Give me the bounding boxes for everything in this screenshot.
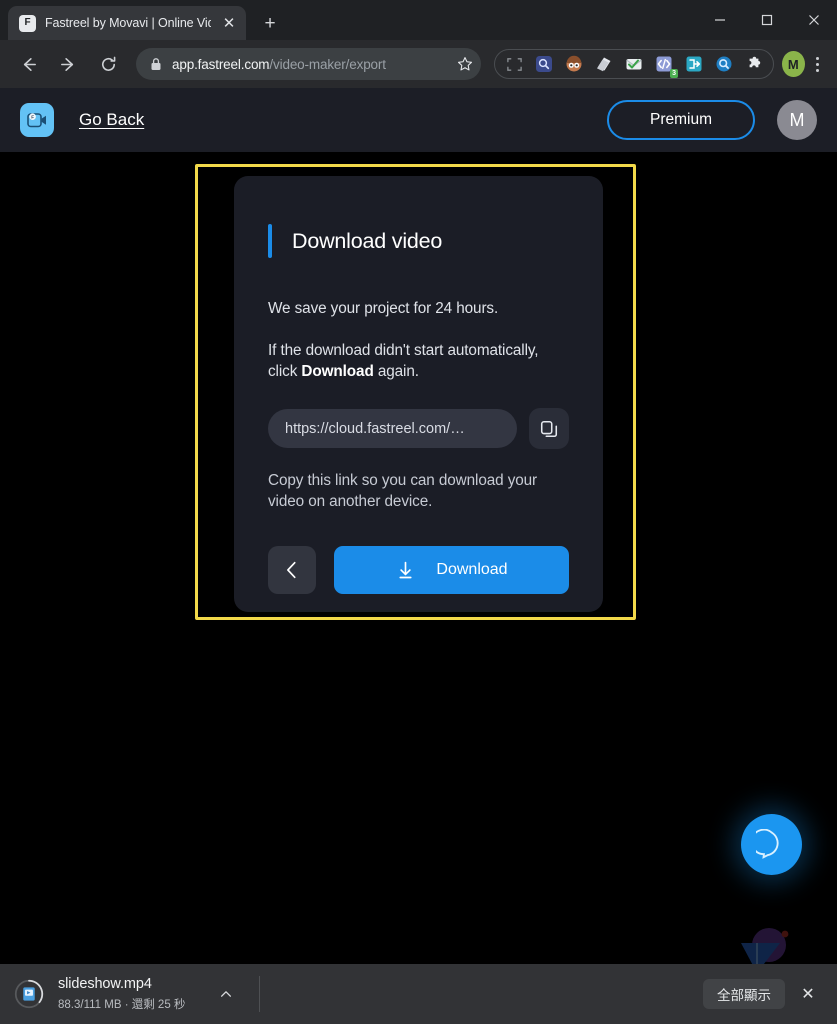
- forward-arrow-icon[interactable]: [51, 47, 85, 81]
- lock-icon: [150, 57, 162, 71]
- instruction-suffix: again.: [373, 363, 419, 380]
- papers-extension-icon[interactable]: [589, 51, 619, 77]
- chevron-left-icon: [287, 561, 296, 579]
- app-header-right: Premium M: [607, 100, 817, 140]
- download-bar-close-icon[interactable]: ✕: [793, 979, 823, 1009]
- tab-favicon-letter: F: [24, 17, 31, 28]
- puzzle-extensions-icon[interactable]: [739, 51, 769, 77]
- share-link-row: https://cloud.fastreel.com/…: [268, 408, 569, 449]
- download-progress-text: 88.3/111 MB · 還剩 25 秒: [58, 999, 186, 1011]
- search-magnifier-extension-icon[interactable]: [529, 51, 559, 77]
- download-button[interactable]: Download: [334, 546, 569, 594]
- search-circle-extension-icon[interactable]: [709, 51, 739, 77]
- window-controls: [696, 0, 837, 40]
- envelope-checkmark-extension-icon[interactable]: [619, 51, 649, 77]
- export-arrow-extension-icon[interactable]: [679, 51, 709, 77]
- tab-favicon: F: [19, 14, 36, 32]
- download-video-modal: Download video We save your project for …: [234, 176, 603, 612]
- extensions-bar: 3: [494, 49, 774, 79]
- download-instruction-text: If the download didn't start automatical…: [268, 340, 569, 382]
- download-arrow-icon: [399, 561, 413, 578]
- download-bar: slideshow.mp4 88.3/111 MB · 還剩 25 秒 全部顯示…: [0, 964, 837, 1024]
- tab-close-icon[interactable]: ✕: [220, 14, 238, 32]
- back-button[interactable]: [268, 546, 316, 594]
- download-progress-icon: [14, 979, 44, 1009]
- kebab-menu-icon[interactable]: [807, 49, 830, 79]
- show-all-downloads-button[interactable]: 全部顯示: [703, 979, 785, 1009]
- face-avatar-extension-icon[interactable]: [559, 51, 589, 77]
- copy-icon: [540, 420, 557, 437]
- download-file-name: slideshow.mp4: [58, 976, 152, 992]
- save-notice-text: We save your project for 24 hours.: [268, 300, 499, 317]
- browser-tab[interactable]: F Fastreel by Movavi | Online Vid ✕: [8, 6, 246, 40]
- copy-link-hint: Copy this link so you can download your …: [268, 472, 538, 510]
- url-host: app.fastreel.com: [172, 56, 270, 72]
- tab-strip: F Fastreel by Movavi | Online Vid ✕ +: [0, 0, 837, 40]
- modal-title-row: Download video: [268, 224, 569, 258]
- title-accent-bar: [268, 224, 272, 258]
- chat-bubble-icon: [755, 828, 779, 859]
- browser-window: F Fastreel by Movavi | Online Vid ✕ + ap…: [0, 0, 837, 1024]
- premium-button[interactable]: Premium: [607, 100, 755, 140]
- download-bar-right: 全部顯示 ✕: [703, 979, 823, 1009]
- fastreel-logo-icon[interactable]: F: [20, 103, 54, 137]
- minimize-icon[interactable]: [696, 0, 743, 40]
- download-button-label: Download: [436, 561, 508, 578]
- page-title: Download video: [292, 228, 443, 253]
- maximize-icon[interactable]: [743, 0, 790, 40]
- svg-text:F: F: [31, 115, 34, 120]
- code-tag-extension-icon[interactable]: 3: [649, 51, 679, 78]
- back-arrow-icon[interactable]: [11, 47, 45, 81]
- modal-actions: Download: [268, 546, 569, 594]
- chevron-up-icon[interactable]: [213, 981, 239, 1007]
- share-link-field[interactable]: https://cloud.fastreel.com/…: [268, 409, 517, 448]
- support-chat-button[interactable]: [741, 814, 802, 875]
- share-link-value: https://cloud.fastreel.com/…: [285, 420, 465, 437]
- extension-badge: 3: [670, 69, 678, 78]
- download-bar-divider: [259, 976, 261, 1012]
- star-icon[interactable]: [457, 56, 473, 72]
- user-avatar[interactable]: M: [777, 100, 817, 140]
- browser-profile-avatar[interactable]: M: [782, 51, 805, 77]
- instruction-bold: Download: [301, 363, 374, 380]
- browser-toolbar: app.fastreel.com/video-maker/export 3 M: [0, 40, 837, 88]
- new-tab-button[interactable]: +: [256, 9, 284, 37]
- tab-title: Fastreel by Movavi | Online Vid: [45, 16, 211, 30]
- app-header: F Go Back Premium M: [0, 88, 837, 152]
- close-icon[interactable]: [790, 0, 837, 40]
- address-bar[interactable]: app.fastreel.com/video-maker/export: [136, 48, 481, 80]
- url-path: /video-maker/export: [269, 56, 386, 72]
- address-bar-text: app.fastreel.com/video-maker/export: [172, 57, 457, 72]
- copy-link-button[interactable]: [528, 408, 569, 449]
- reload-icon[interactable]: [91, 47, 125, 81]
- capture-icon[interactable]: [499, 51, 529, 77]
- go-back-link[interactable]: Go Back: [79, 110, 144, 130]
- download-item-text: slideshow.mp4 88.3/111 MB · 還剩 25 秒: [58, 976, 185, 1012]
